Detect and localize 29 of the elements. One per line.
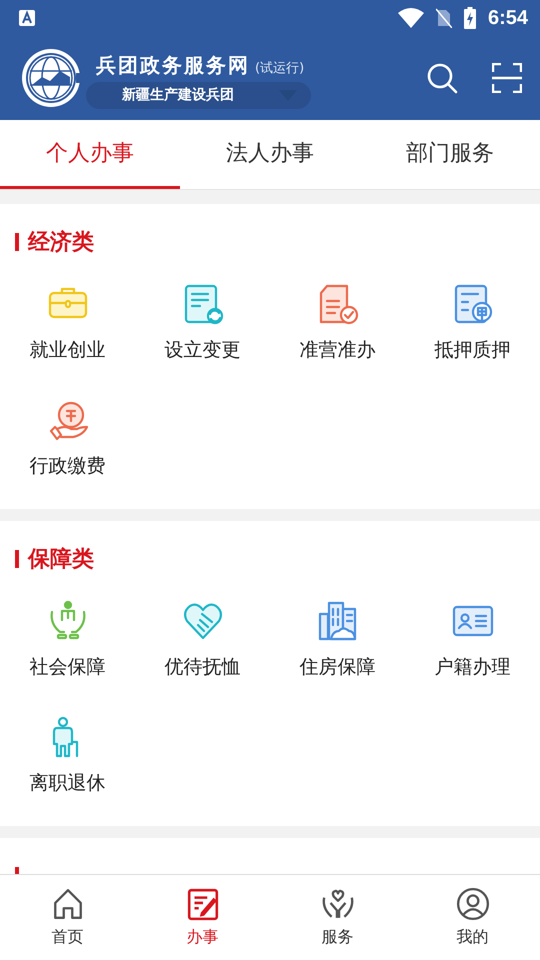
clock: 6:54 (488, 6, 528, 30)
service-item[interactable]: 抵押质押 (405, 283, 540, 363)
service-item[interactable]: 准营准办 (270, 283, 405, 363)
no-sim-icon (436, 8, 452, 28)
wifi-icon (398, 8, 424, 28)
user-icon (456, 887, 490, 921)
battery-icon (464, 7, 476, 29)
service-item[interactable]: 行政缴费 (0, 399, 135, 479)
site-title: 兵团政务服务网 (96, 52, 250, 78)
region-dropdown[interactable]: 新疆生产建设兵团 (86, 82, 311, 108)
service-item[interactable]: 户籍办理 (405, 600, 540, 680)
service-item[interactable]: 就业创业 (0, 283, 135, 363)
notification-icon (19, 10, 35, 26)
service-item[interactable]: 设立变更 (135, 283, 270, 363)
buildings-icon (316, 600, 358, 642)
scan-icon[interactable] (492, 63, 522, 93)
service-item[interactable]: 社会保障 (0, 600, 135, 680)
category-title: 保障类 (28, 546, 94, 574)
hands-heart-icon (320, 887, 354, 921)
category-title: 经济类 (28, 228, 94, 257)
service-item[interactable]: 优待抚恤 (135, 600, 270, 680)
search-icon[interactable] (426, 62, 458, 94)
service-item[interactable]: 离职退休 (0, 716, 135, 796)
edit-document-icon (186, 887, 220, 921)
title-marker (15, 233, 19, 251)
globe-logo-icon (20, 47, 82, 109)
service-item[interactable]: 住房保障 (270, 600, 405, 680)
trial-note: (试运行) (255, 60, 304, 76)
title-marker (15, 550, 19, 568)
